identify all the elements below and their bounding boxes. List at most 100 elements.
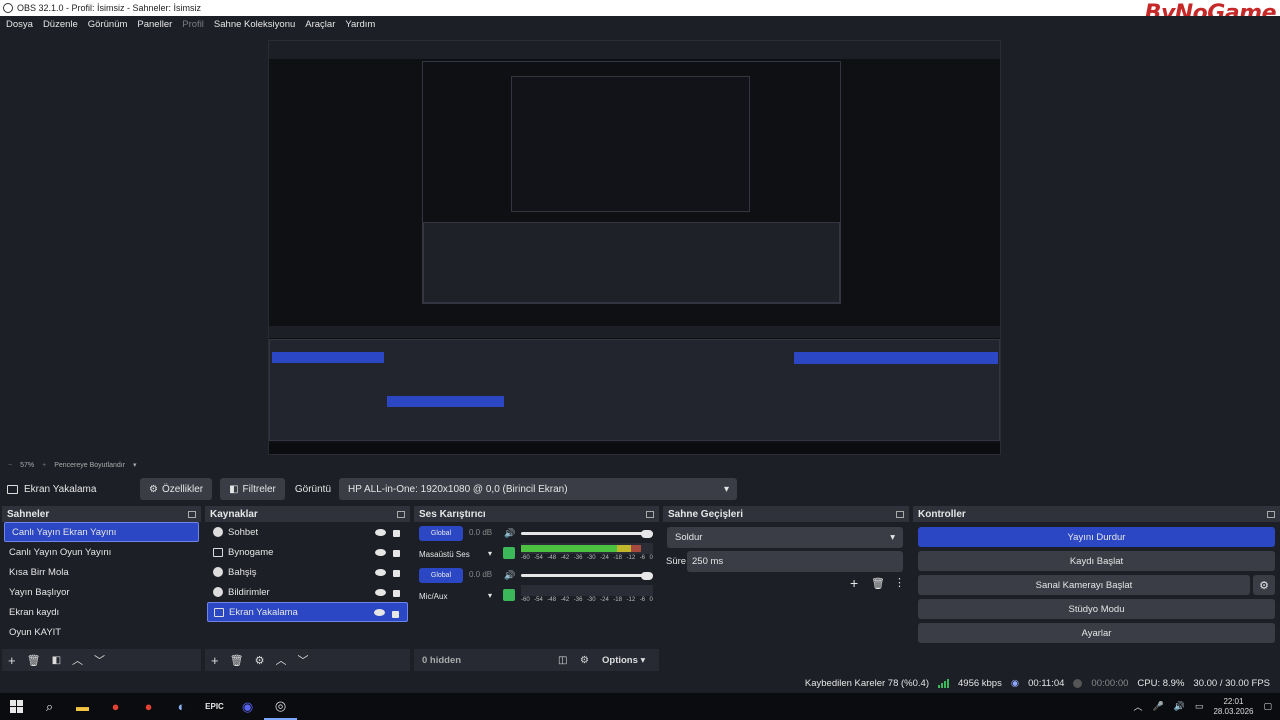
monitor-headphones-icon[interactable]	[503, 589, 515, 601]
trash-icon[interactable]: 🗑	[230, 654, 244, 667]
speaker-icon[interactable]: 🔊	[504, 528, 515, 539]
gear-icon[interactable]: ⚙	[255, 654, 265, 667]
lock-icon[interactable]	[393, 570, 400, 577]
zoom-in-icon[interactable]: +	[42, 462, 46, 469]
source-item[interactable]: Bynogame	[207, 542, 408, 562]
eye-icon[interactable]	[374, 608, 385, 616]
move-up-icon[interactable]: ︿	[275, 652, 286, 668]
advanced-settings-icon[interactable]: ⚙	[580, 655, 602, 666]
eye-icon[interactable]	[375, 568, 386, 576]
move-down-icon[interactable]: ﹀	[297, 652, 308, 668]
eye-icon[interactable]	[375, 528, 386, 536]
display-label: Görüntü	[294, 483, 332, 495]
source-item[interactable]: Sohbet	[207, 522, 408, 542]
volume-db: 0.0 dB	[469, 528, 493, 537]
globe-icon	[213, 587, 223, 597]
monitor-headphones-icon[interactable]	[503, 547, 515, 559]
steam-icon[interactable]: ◐	[165, 693, 198, 720]
columns-icon[interactable]: ◫	[558, 655, 580, 666]
menu-tools[interactable]: Araçlar	[305, 19, 335, 30]
stop-stream-button[interactable]: Yayını Durdur	[918, 527, 1275, 547]
scene-item[interactable]: Canlı Yayın Oyun Yayını	[2, 542, 201, 562]
trash-icon[interactable]: 🗑	[871, 577, 885, 590]
scene-filters-icon[interactable]: ◧	[52, 655, 61, 666]
volume-slider-handle[interactable]	[641, 530, 653, 538]
epic-games-icon[interactable]: EPIC	[198, 693, 231, 720]
studio-mode-button[interactable]: Stüdyo Modu	[918, 599, 1275, 619]
scene-item[interactable]: Ekran kaydı	[2, 602, 201, 622]
resize-to-window-label[interactable]: Pencereye Boyutlandır	[54, 462, 125, 469]
network-icon[interactable]: ▭	[1195, 701, 1204, 712]
undock-icon[interactable]	[1267, 510, 1275, 518]
duration-input[interactable]: 250 ms	[687, 551, 903, 572]
settings-button[interactable]: Ayarlar	[918, 623, 1275, 643]
add-transition-icon[interactable]: +	[850, 575, 858, 591]
scene-item[interactable]: Canlı Yayın Ekran Yayını	[4, 522, 199, 542]
lock-icon[interactable]	[393, 590, 400, 597]
undock-icon[interactable]	[397, 510, 405, 518]
global-button[interactable]: Global	[419, 568, 463, 583]
add-scene-icon[interactable]: +	[8, 653, 16, 668]
volume-slider-handle[interactable]	[641, 572, 653, 580]
move-up-icon[interactable]: ︿	[72, 652, 83, 668]
program-preview[interactable]	[268, 40, 1001, 455]
add-source-icon[interactable]: +	[211, 653, 219, 668]
menu-docks[interactable]: Paneller	[137, 19, 172, 30]
filters-button[interactable]: ◧ Filtreler	[220, 478, 285, 500]
nested-docks	[269, 339, 1000, 441]
source-item[interactable]: Bahşiş	[207, 562, 408, 582]
menu-edit[interactable]: Düzenle	[43, 19, 78, 30]
volume-slider[interactable]	[521, 574, 653, 577]
zoom-out-icon[interactable]: −	[8, 462, 12, 469]
global-button[interactable]: Global	[419, 526, 463, 541]
source-item[interactable]: Ekran Yakalama	[207, 602, 408, 622]
undock-icon[interactable]	[896, 510, 904, 518]
move-down-icon[interactable]: ﹀	[94, 652, 105, 668]
discord-icon[interactable]: ◉	[231, 693, 264, 720]
windows-start-icon[interactable]	[0, 693, 33, 720]
eye-icon[interactable]	[375, 548, 386, 556]
display-select[interactable]: HP ALL-in-One: 1920x1080 @ 0,0 (Birincil…	[339, 478, 738, 500]
chevron-down-icon[interactable]: ▾	[133, 461, 137, 469]
audio-mixer-dock: Ses Karıştırıcı Global 0.0 dB 🔊 Masaüstü…	[414, 506, 659, 671]
obs-app-icon	[3, 3, 13, 13]
undock-icon[interactable]	[188, 510, 196, 518]
chevron-down-icon[interactable]: ▾	[488, 591, 492, 600]
virtual-camera-settings-button[interactable]: ⚙	[1253, 575, 1275, 595]
lock-icon[interactable]	[392, 611, 399, 618]
search-icon[interactable]: ⌕	[33, 693, 66, 720]
chrome-profile-icon[interactable]: ●	[132, 693, 165, 720]
obs-taskbar-icon[interactable]: ◎	[264, 693, 297, 720]
chevron-down-icon[interactable]: ▾	[488, 549, 492, 558]
scene-item[interactable]: Oyun KAYIT	[2, 622, 201, 642]
volume-slider[interactable]	[521, 532, 653, 535]
chrome-icon[interactable]: ●	[99, 693, 132, 720]
speaker-icon[interactable]: 🔊	[504, 570, 515, 581]
microphone-icon[interactable]: 🎤	[1152, 701, 1163, 712]
clock[interactable]: 22:01 28.03.2026	[1213, 697, 1253, 717]
trash-icon[interactable]: 🗑	[27, 654, 41, 667]
menu-view[interactable]: Görünüm	[88, 19, 128, 30]
more-options-icon[interactable]: ⋮	[894, 576, 905, 589]
menu-help[interactable]: Yardım	[345, 19, 375, 30]
undock-icon[interactable]	[646, 510, 654, 518]
properties-button[interactable]: ⚙ Özellikler	[140, 478, 213, 500]
chevron-up-icon[interactable]: ︿	[1133, 700, 1142, 713]
options-button[interactable]: Options ▾	[602, 655, 645, 666]
notifications-icon[interactable]: ▢	[1263, 701, 1272, 712]
speaker-icon[interactable]: 🔊	[1174, 701, 1185, 712]
start-virtual-camera-button[interactable]: Sanal Kamerayı Başlat	[918, 575, 1250, 595]
scene-item[interactable]: Kısa Birr Mola	[2, 562, 201, 582]
start-recording-button[interactable]: Kaydı Başlat	[918, 551, 1275, 571]
file-explorer-icon[interactable]: ▬	[66, 693, 99, 720]
scene-item[interactable]: Yayın Başlıyor	[2, 582, 201, 602]
menu-profile[interactable]: Profil	[182, 19, 204, 30]
source-item[interactable]: Bildirimler	[207, 582, 408, 602]
lock-icon[interactable]	[393, 550, 400, 557]
eye-icon[interactable]	[375, 588, 386, 596]
preview-zoom-bar: − 57% + Pencereye Boyutlandır ▾	[0, 458, 1280, 472]
lock-icon[interactable]	[393, 530, 400, 537]
transition-select[interactable]: Soldur ▾	[667, 527, 903, 548]
menu-file[interactable]: Dosya	[6, 19, 33, 30]
menu-scene-collection[interactable]: Sahne Koleksiyonu	[214, 19, 295, 30]
